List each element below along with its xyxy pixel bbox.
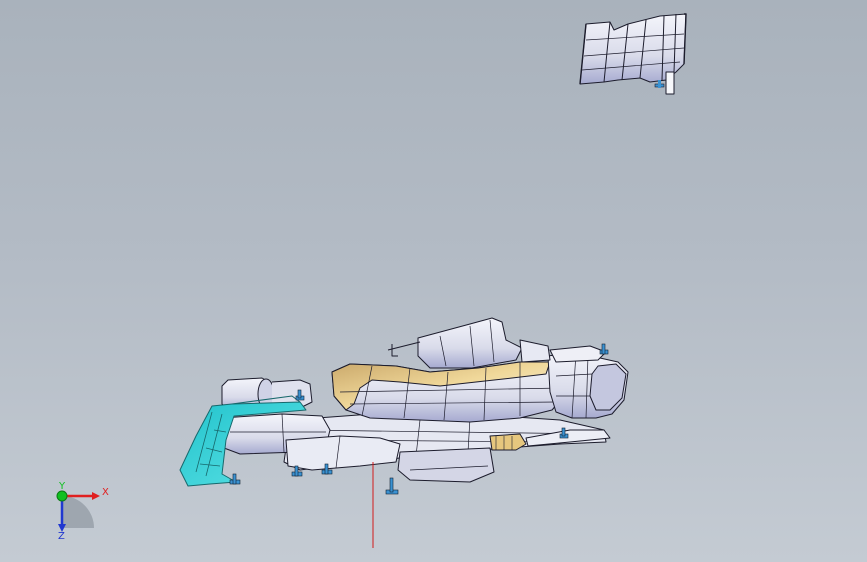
triad-z-label: Z — [58, 531, 65, 542]
triad-y-label: Y — [59, 481, 66, 492]
bottom-tray — [397, 447, 495, 483]
model-graphics[interactable] — [0, 0, 867, 562]
fastener-3 — [385, 477, 399, 495]
triad-y-axis — [56, 490, 68, 502]
triad-x-label: X — [102, 487, 109, 498]
rear-housing — [417, 317, 523, 369]
upper-duct-part[interactable] — [579, 13, 687, 95]
coordinate-triad — [56, 490, 100, 532]
front-lower-duct — [285, 435, 401, 471]
triad-shadow — [62, 496, 94, 528]
main-assembly[interactable] — [221, 317, 629, 483]
cad-viewport[interactable]: X Y Z — [0, 0, 867, 562]
gold-fitting — [489, 433, 527, 451]
fastener-5 — [599, 343, 609, 355]
